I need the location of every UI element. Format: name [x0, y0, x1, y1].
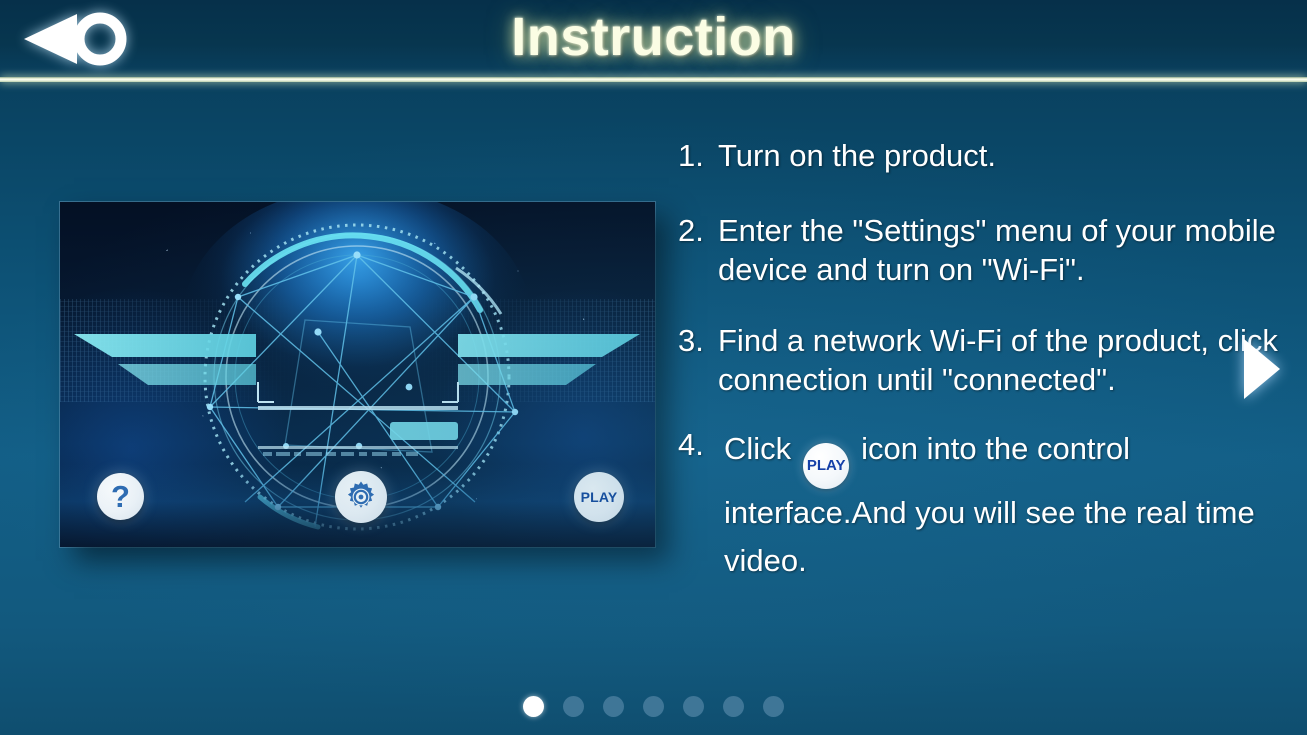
pagination-dot-5[interactable]: [683, 696, 704, 717]
instruction-step-1: 1. Turn on the product.: [678, 136, 1278, 175]
header-divider: [0, 77, 1307, 82]
step-number: 1.: [678, 138, 704, 173]
step-number: 3.: [678, 323, 704, 359]
play-label: PLAY: [580, 489, 618, 505]
next-arrow-icon[interactable]: [1238, 336, 1284, 402]
step-number: 4.: [678, 427, 704, 463]
step-text: Turn on the product.: [718, 138, 997, 173]
page-title: Instruction: [511, 7, 796, 67]
instruction-step-3: 3. Find a network Wi-Fi of the product, …: [678, 321, 1278, 399]
play-icon[interactable]: PLAY: [574, 472, 624, 522]
step-text-before: Click: [724, 431, 792, 467]
step-text: Click PLAY icon into the control interface…: [724, 425, 1278, 584]
instruction-screen: Instruction ? PLAY 1. Turn on the produc…: [0, 0, 1307, 735]
gear-icon[interactable]: [335, 471, 387, 523]
instruction-step-4: 4. Click PLAY icon into the control interf…: [678, 425, 1278, 584]
step-number: 2.: [678, 213, 704, 249]
pagination-dot-7[interactable]: [763, 696, 784, 717]
pagination-dot-6[interactable]: [723, 696, 744, 717]
pagination-dot-4[interactable]: [643, 696, 664, 717]
help-question-mark: ?: [111, 479, 130, 514]
pagination-dot-2[interactable]: [563, 696, 584, 717]
help-icon[interactable]: ?: [97, 473, 144, 520]
step-text: Enter the "Settings" menu of your mobile…: [718, 213, 1276, 288]
pagination-dots: [0, 696, 1307, 717]
instruction-step-2: 2. Enter the "Settings" menu of your mob…: [678, 211, 1278, 289]
app-screenshot-panel: ? PLAY: [60, 202, 655, 547]
instruction-list: 1. Turn on the product. 2. Enter the "Se…: [678, 136, 1278, 605]
step-text-after: icon into the control interface.And you …: [724, 431, 1255, 578]
inline-play-icon[interactable]: PLAY: [803, 443, 850, 490]
step-text: Find a network Wi-Fi of the product, cli…: [718, 323, 1278, 398]
pagination-dot-3[interactable]: [603, 696, 624, 717]
pagination-dot-1[interactable]: [523, 696, 544, 717]
